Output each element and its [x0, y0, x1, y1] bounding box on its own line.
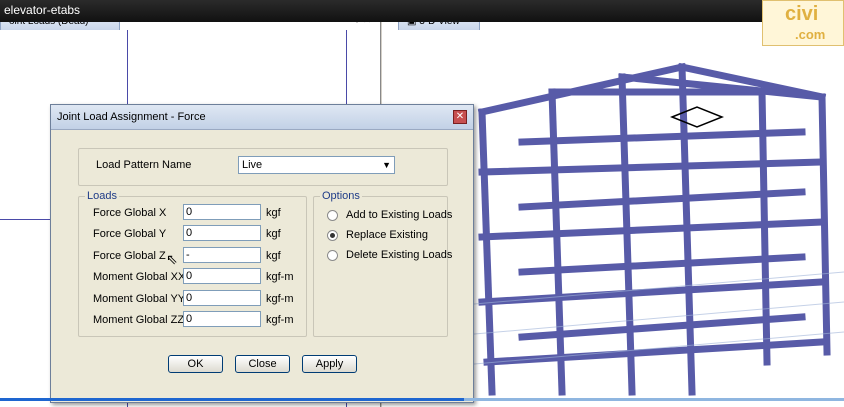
load-pattern-select[interactable]: Live ▼: [238, 156, 395, 174]
ok-button[interactable]: OK: [168, 355, 223, 373]
field-unit: kgf-m: [266, 293, 294, 305]
dialog-title: Joint Load Assignment - Force: [57, 111, 206, 123]
dialog-title-bar[interactable]: Joint Load Assignment - Force ✕: [51, 105, 473, 130]
field-unit: kgf-m: [266, 271, 294, 283]
field-unit: kgf-m: [266, 314, 294, 326]
grid-line: [0, 219, 50, 220]
close-icon[interactable]: ✕: [453, 110, 467, 124]
logo-text-bottom: .com: [795, 27, 826, 42]
loads-group-legend: Loads: [85, 190, 119, 202]
option-label[interactable]: Delete Existing Loads: [346, 249, 452, 261]
video-progress-fill: [0, 398, 465, 401]
chevron-down-icon: ▼: [382, 160, 391, 170]
options-group-legend: Options: [320, 190, 362, 202]
logo-text-top: civi: [785, 3, 819, 25]
load-pattern-value: Live: [242, 159, 263, 171]
force-y-input[interactable]: [183, 225, 261, 241]
field-label: Force Global Z: [93, 250, 166, 262]
joint-load-dialog: Joint Load Assignment - Force ✕ Load Pat…: [50, 104, 474, 403]
close-button[interactable]: Close: [235, 355, 290, 373]
force-z-input[interactable]: [183, 247, 261, 263]
field-label: Force Global Y: [93, 228, 167, 240]
moment-zz-input[interactable]: [183, 311, 261, 327]
force-x-input[interactable]: [183, 204, 261, 220]
radio-delete-existing[interactable]: [327, 250, 338, 261]
field-label: Moment Global ZZ: [93, 314, 185, 326]
radio-replace-existing[interactable]: [327, 230, 338, 241]
field-unit: kgf: [266, 250, 281, 262]
option-label[interactable]: Add to Existing Loads: [346, 209, 452, 221]
mouse-cursor-icon: ⇖: [166, 251, 178, 267]
radio-add-existing[interactable]: [327, 210, 338, 221]
field-unit: kgf: [266, 228, 281, 240]
video-title-bar: elevator-etabs ⛶: [0, 0, 844, 22]
field-label: Force Global X: [93, 207, 167, 219]
video-progress-bar[interactable]: [0, 398, 844, 401]
option-label[interactable]: Replace Existing: [346, 229, 428, 241]
video-title: elevator-etabs: [4, 3, 81, 17]
field-label: Moment Global YY: [93, 293, 186, 305]
field-unit: kgf: [266, 207, 281, 219]
load-pattern-label: Load Pattern Name: [96, 159, 192, 171]
watermark-logo: civi .com: [762, 0, 844, 46]
field-label: Moment Global XX: [93, 271, 186, 283]
moment-xx-input[interactable]: [183, 268, 261, 284]
apply-button[interactable]: Apply: [302, 355, 357, 373]
moment-yy-input[interactable]: [183, 290, 261, 306]
